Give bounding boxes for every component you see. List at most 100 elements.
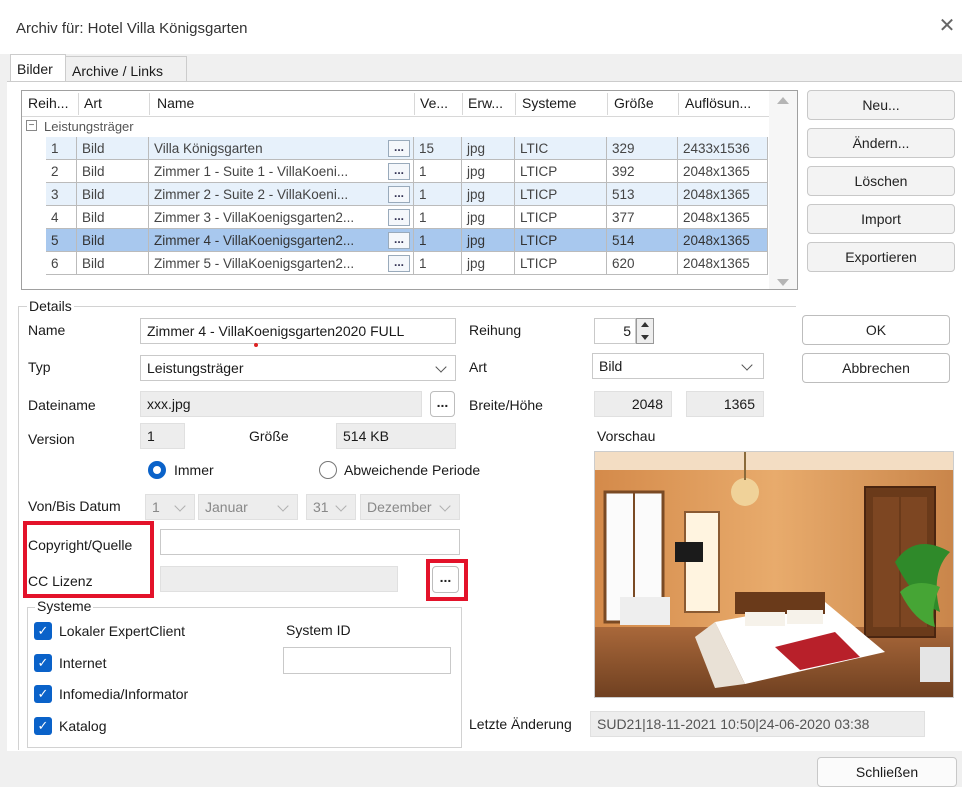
image-grid[interactable]: Reih... Art Name Ve... Erw... Systeme Gr… xyxy=(21,90,798,290)
groesse-field: 514 KB xyxy=(336,423,456,449)
cell-name: Zimmer 4 - VillaKoenigsgarten2... xyxy=(149,229,414,252)
table-row[interactable]: 4 Bild Zimmer 3 - VillaKoenigsgarten2...… xyxy=(46,206,768,229)
cell-systeme: LTICP xyxy=(515,183,607,206)
table-row[interactable]: 6 Bild Zimmer 5 - VillaKoenigsgarten2...… xyxy=(46,252,768,275)
cell-erweiterung: jpg xyxy=(462,183,515,206)
cell-art: Bild xyxy=(77,229,149,252)
row-dots-button[interactable]: ... xyxy=(388,163,410,180)
cell-erweiterung: jpg xyxy=(462,160,515,183)
row-dots-button[interactable]: ... xyxy=(388,255,410,272)
row-dots-button[interactable]: ... xyxy=(388,140,410,157)
collapse-icon[interactable]: − xyxy=(26,120,37,131)
chevron-down-icon xyxy=(741,359,753,371)
col-header-erweiterung[interactable]: Erw... xyxy=(468,95,503,111)
cell-erweiterung: jpg xyxy=(462,252,515,275)
copyright-input[interactable] xyxy=(160,529,460,555)
cell-aufloesung: 2048x1365 xyxy=(678,160,768,183)
aendern-button[interactable]: Ändern... xyxy=(807,128,955,158)
col-header-art[interactable]: Art xyxy=(84,95,102,111)
row-dots-button[interactable]: ... xyxy=(388,209,410,226)
abbrechen-button[interactable]: Abbrechen xyxy=(802,353,950,383)
table-row[interactable]: 2 Bild Zimmer 1 - Suite 1 - VillaKoeni..… xyxy=(46,160,768,183)
ok-button[interactable]: OK xyxy=(802,315,950,345)
typ-select[interactable]: Leistungsträger xyxy=(140,355,456,381)
cell-erweiterung: jpg xyxy=(462,206,515,229)
row-dots-button[interactable]: ... xyxy=(388,186,410,203)
checkbox-label: Internet xyxy=(59,655,107,671)
radio-abweichende-periode[interactable] xyxy=(319,461,337,479)
systeme-legend: Systeme xyxy=(35,598,94,614)
radio-abweichende-label: Abweichende Periode xyxy=(344,462,481,478)
spin-up-icon[interactable] xyxy=(641,322,649,327)
loeschen-button[interactable]: Löschen xyxy=(807,166,955,196)
checkbox-label: Lokaler ExpertClient xyxy=(59,623,186,639)
col-header-version[interactable]: Ve... xyxy=(420,95,448,111)
radio-immer[interactable] xyxy=(148,461,166,479)
cell-nr: 5 xyxy=(46,229,77,252)
tab-archive-links[interactable]: Archive / Links xyxy=(65,56,187,82)
name-input[interactable]: Zimmer 4 - VillaKoenigsgarten2020 FULL xyxy=(140,318,456,344)
scroll-down-icon[interactable] xyxy=(777,279,789,286)
checkbox-lokaler-expertclient[interactable]: ✓ xyxy=(34,622,52,640)
cell-name: Villa Königsgarten xyxy=(149,137,414,160)
breite-hoehe-label: Breite/Höhe xyxy=(469,397,543,413)
dateiname-browse-button[interactable]: ... xyxy=(430,391,455,417)
cell-systeme: LTIC xyxy=(515,137,607,160)
von-month-value: Januar xyxy=(205,499,248,515)
chevron-down-icon xyxy=(435,361,447,373)
cell-name: Zimmer 5 - VillaKoenigsgarten2... xyxy=(149,252,414,275)
neu-button[interactable]: Neu... xyxy=(807,90,955,120)
group-label: Leistungsträger xyxy=(44,119,134,134)
cell-erweiterung: jpg xyxy=(462,229,515,252)
checkbox-infomedia[interactable]: ✓ xyxy=(34,685,52,703)
row-dots-button[interactable]: ... xyxy=(388,232,410,249)
system-id-label: System ID xyxy=(286,622,351,638)
cell-nr: 6 xyxy=(46,252,77,275)
col-header-groesse[interactable]: Größe xyxy=(614,95,654,111)
cell-groesse: 513 xyxy=(607,183,678,206)
cell-nr: 4 xyxy=(46,206,77,229)
art-select[interactable]: Bild xyxy=(592,353,764,379)
chevron-down-icon xyxy=(277,500,289,512)
vorschau-label: Vorschau xyxy=(597,428,656,444)
exportieren-button[interactable]: Exportieren xyxy=(807,242,955,272)
cell-nr: 2 xyxy=(46,160,77,183)
cell-aufloesung: 2048x1365 xyxy=(678,229,768,252)
bis-month-select: Dezember xyxy=(360,494,460,520)
reihung-spinner[interactable] xyxy=(636,318,654,344)
highlight-box-cc-button xyxy=(426,559,468,601)
cell-version: 1 xyxy=(414,160,462,183)
spin-down-icon[interactable] xyxy=(641,335,649,340)
system-id-input[interactable] xyxy=(283,647,451,674)
table-row-selected[interactable]: 5 Bild Zimmer 4 - VillaKoenigsgarten2...… xyxy=(46,229,768,252)
cell-groesse: 377 xyxy=(607,206,678,229)
cell-version: 1 xyxy=(414,183,462,206)
close-icon[interactable]: ✕ xyxy=(936,15,958,37)
col-header-aufloesung[interactable]: Auflösun... xyxy=(685,95,751,111)
checkbox-label: Katalog xyxy=(59,718,107,734)
grid-scrollbar[interactable] xyxy=(769,91,797,289)
hotel-room-picture xyxy=(595,452,953,697)
radio-immer-label: Immer xyxy=(174,462,214,478)
scroll-up-icon[interactable] xyxy=(777,97,789,104)
vonbis-label: Von/Bis Datum xyxy=(28,498,121,514)
version-field: 1 xyxy=(140,423,185,449)
table-row[interactable]: 1 Bild Villa Königsgarten ... 15 jpg LTI… xyxy=(46,137,768,160)
reihung-input[interactable]: 5 xyxy=(594,318,636,344)
import-button[interactable]: Import xyxy=(807,204,955,234)
cell-art: Bild xyxy=(77,137,149,160)
table-row[interactable]: 3 Bild Zimmer 2 - Suite 2 - VillaKoeni..… xyxy=(46,183,768,206)
letzte-aenderung-label: Letzte Änderung xyxy=(469,716,572,732)
col-header-systeme[interactable]: Systeme xyxy=(522,95,576,111)
cell-art: Bild xyxy=(77,160,149,183)
tab-bilder[interactable]: Bilder xyxy=(10,54,66,84)
checkbox-internet[interactable]: ✓ xyxy=(34,654,52,672)
col-header-reihung[interactable]: Reih... xyxy=(28,95,68,111)
cell-aufloesung: 2048x1365 xyxy=(678,206,768,229)
checkbox-katalog[interactable]: ✓ xyxy=(34,717,52,735)
chevron-down-icon xyxy=(174,500,186,512)
col-header-name[interactable]: Name xyxy=(157,95,194,111)
cell-systeme: LTICP xyxy=(515,229,607,252)
dateiname-field: xxx.jpg xyxy=(140,391,422,417)
cell-systeme: LTICP xyxy=(515,252,607,275)
